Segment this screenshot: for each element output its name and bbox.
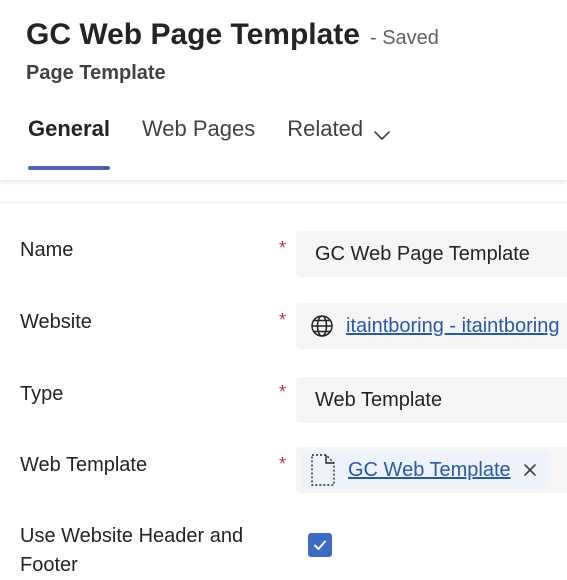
tab-bar: General Web Pages Related [28,116,423,172]
web-template-link[interactable]: GC Web Template [348,459,511,482]
use-header-footer-label-line1: Use Website Header and [20,525,244,547]
name-value: GC Web Page Template [315,242,530,265]
type-value: Web Template [315,388,443,411]
web-template-lookup-field[interactable]: GC Web Template [296,447,567,493]
globe-icon [310,314,334,338]
tab-related-label: Related [287,116,364,141]
entity-subtitle: Page Template [26,62,166,84]
page-title: GC Web Page Template [26,18,360,51]
website-link[interactable]: itaintboring - itaintboring [346,315,559,338]
checkmark-icon [312,537,328,553]
active-tab-indicator [28,166,110,170]
chevron-down-icon [373,122,391,148]
use-header-footer-label: Use Website Header and Footer [20,522,243,580]
tab-general[interactable]: General [28,116,110,170]
type-select[interactable]: Web Template [296,377,567,423]
use-header-footer-checkbox[interactable] [308,533,332,557]
required-marker: * [279,310,287,330]
required-marker: * [279,382,287,402]
use-header-footer-label-line2: Footer [20,554,78,576]
tab-related[interactable]: Related [287,116,391,156]
type-label: Type [20,383,64,405]
required-marker: * [279,454,287,474]
website-lookup-field[interactable]: itaintboring - itaintboring [296,303,567,349]
section-divider [0,202,567,203]
title-row: GC Web Page Template - Saved [26,18,439,52]
save-status: - Saved [369,27,439,49]
close-icon[interactable] [523,463,537,477]
web-template-chip: GC Web Template [302,451,549,489]
tab-general-label: General [28,116,110,141]
name-field[interactable]: GC Web Page Template [296,231,567,277]
website-label: Website [20,311,92,333]
required-marker: * [279,238,287,258]
tab-web-pages[interactable]: Web Pages [142,116,255,156]
record-header: GC Web Page Template - Saved Page Templa… [0,0,567,180]
web-template-label: Web Template [20,454,148,476]
tab-web-pages-label: Web Pages [141,116,256,141]
document-icon [310,453,336,487]
name-label: Name [20,239,74,261]
